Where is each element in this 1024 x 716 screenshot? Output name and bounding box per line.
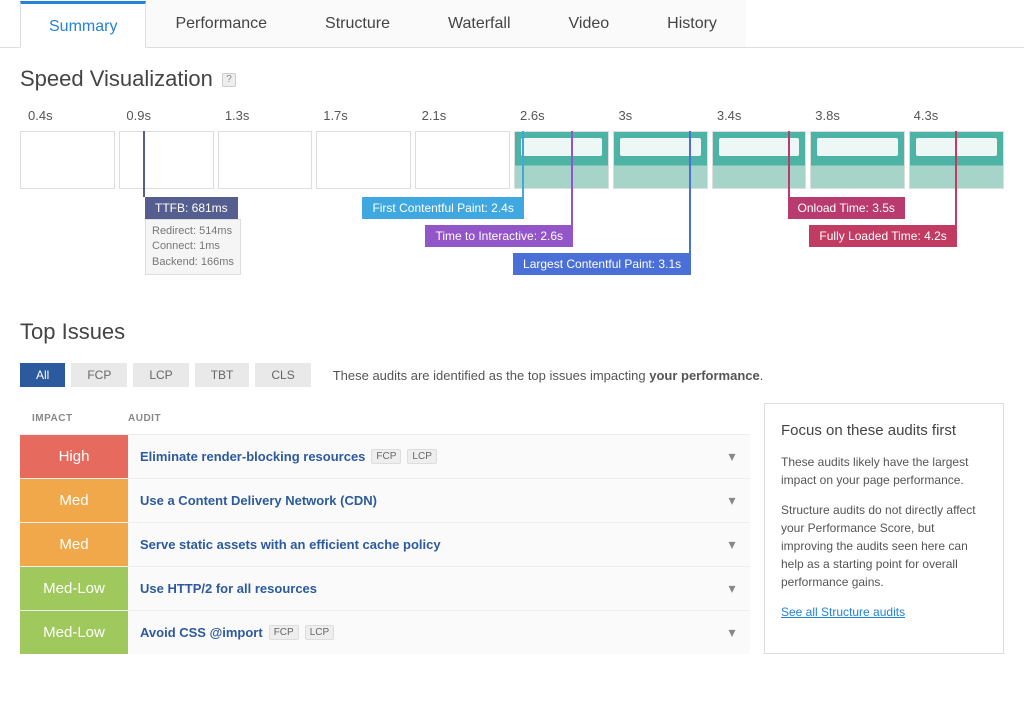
filter-description: These audits are identified as the top i… (333, 368, 764, 383)
time-label: 2.1s (414, 102, 512, 129)
audit-title: Use a Content Delivery Network (CDN) (140, 493, 377, 508)
chevron-down-icon[interactable]: ▾ (714, 479, 750, 522)
filter-fcp[interactable]: FCP (71, 363, 127, 387)
impact-badge: Med-Low (20, 567, 128, 610)
timeline: 0.4s0.9s1.3s1.7s2.1s2.6s3s3.4s3.8s4.3s T… (0, 102, 1024, 291)
ttfb-detail: Connect: 1ms (152, 239, 234, 254)
issues-table: IMPACT AUDIT HighEliminate render-blocki… (20, 403, 750, 654)
ttfb-detail: Redirect: 514ms (152, 224, 234, 239)
col-audit: AUDIT (128, 413, 161, 424)
time-label: 1.3s (217, 102, 315, 129)
impact-badge: High (20, 435, 128, 478)
audit-tag: FCP (269, 625, 299, 640)
top-issues-title: Top Issues (20, 301, 1004, 355)
filter-buttons: AllFCPLCP TBTCLS (20, 363, 311, 387)
onl-badge: Onload Time: 3.5s (788, 197, 905, 219)
time-label: 3s (610, 102, 708, 129)
issue-row[interactable]: Med Serve static assets with an efficient… (20, 522, 750, 566)
audit-cell: Avoid CSS @import FCP LCP (128, 611, 714, 654)
focus-p1: These audits likely have the largest imp… (781, 453, 987, 489)
impact-badge: Med-Low (20, 611, 128, 654)
chevron-down-icon[interactable]: ▾ (714, 523, 750, 566)
time-label: 0.9s (118, 102, 216, 129)
main-tabs: SummaryPerformanceStructureWaterfallVide… (0, 0, 1024, 48)
issue-row[interactable]: Med-Low Use HTTP/2 for all resources ▾ (20, 566, 750, 610)
help-icon[interactable]: ? (222, 73, 236, 87)
audit-title: Use HTTP/2 for all resources (140, 581, 317, 596)
lcp-badge: Largest Contentful Paint: 3.1s (513, 253, 691, 275)
ttfb-badge: TTFB: 681ms (145, 197, 238, 219)
timeline-header: 0.4s0.9s1.3s1.7s2.1s2.6s3s3.4s3.8s4.3s (20, 102, 1004, 129)
timeline-markers: TTFB: 681ms Redirect: 514msConnect: 1msBa… (20, 131, 1004, 271)
col-impact: IMPACT (20, 413, 128, 424)
audit-tag: LCP (407, 449, 436, 464)
focus-title: Focus on these audits first (781, 420, 987, 443)
issue-row[interactable]: Med Use a Content Delivery Network (CDN) ▾ (20, 478, 750, 522)
speed-viz-title-text: Speed Visualization (20, 66, 213, 91)
speed-visualization-section: Speed Visualization ? 0.4s0.9s1.3s1.7s2.… (0, 48, 1024, 291)
audit-title: Serve static assets with an efficient ca… (140, 537, 441, 552)
filter-all[interactable]: All (20, 363, 65, 387)
fdesc-post: . (760, 368, 764, 383)
impact-badge: Med (20, 523, 128, 566)
time-label: 2.6s (512, 102, 610, 129)
tab-performance[interactable]: Performance (146, 0, 296, 47)
filter-cls[interactable]: CLS (255, 363, 310, 387)
flt-badge: Fully Loaded Time: 4.2s (809, 225, 956, 247)
tab-waterfall[interactable]: Waterfall (419, 0, 540, 47)
focus-p2: Structure audits do not directly affect … (781, 501, 987, 591)
issue-row[interactable]: High Eliminate render-blocking resources F… (20, 434, 750, 478)
tab-structure[interactable]: Structure (296, 0, 419, 47)
fdesc-pre: These audits are identified as the top i… (333, 368, 650, 383)
filter-tbt[interactable]: TBT (195, 363, 250, 387)
issue-row[interactable]: Med-Low Avoid CSS @import FCP LCP ▾ (20, 610, 750, 654)
audit-cell: Eliminate render-blocking resources FCP LC… (128, 435, 714, 478)
time-label: 4.3s (906, 102, 1004, 129)
focus-panel: Focus on these audits first These audits… (764, 403, 1004, 654)
chevron-down-icon[interactable]: ▾ (714, 435, 750, 478)
tab-history[interactable]: History (638, 0, 746, 47)
audit-cell: Use HTTP/2 for all resources (128, 567, 714, 610)
audit-tag: LCP (305, 625, 334, 640)
audit-cell: Use a Content Delivery Network (CDN) (128, 479, 714, 522)
audit-title: Avoid CSS @import (140, 625, 263, 640)
time-label: 3.4s (709, 102, 807, 129)
time-label: 3.8s (807, 102, 905, 129)
issues-body: IMPACT AUDIT HighEliminate render-blocki… (20, 403, 1004, 654)
filter-lcp[interactable]: LCP (133, 363, 188, 387)
fdesc-bold: your performance (649, 368, 760, 383)
impact-badge: Med (20, 479, 128, 522)
time-label: 0.4s (20, 102, 118, 129)
tab-video[interactable]: Video (540, 0, 639, 47)
ttfb-detail: Backend: 166ms (152, 255, 234, 270)
see-all-structure-link[interactable]: See all Structure audits (781, 605, 905, 619)
fcp-badge: First Contentful Paint: 2.4s (362, 197, 523, 219)
top-issues-section: Top Issues AllFCPLCPTBTCLS These audits … (0, 291, 1024, 674)
filter-row: AllFCPLCP TBTCLS These audits are identif… (20, 363, 1004, 387)
tti-badge: Time to Interactive: 2.6s (425, 225, 573, 247)
audit-cell: Serve static assets with an efficient ca… (128, 523, 714, 566)
ttfb-details: Redirect: 514msConnect: 1msBackend: 166m… (145, 219, 241, 275)
speed-viz-title: Speed Visualization ? (0, 48, 1024, 102)
audit-tag: FCP (371, 449, 401, 464)
audit-title: Eliminate render-blocking resources (140, 449, 365, 464)
tab-summary[interactable]: Summary (20, 1, 146, 48)
table-header: IMPACT AUDIT (20, 403, 750, 434)
chevron-down-icon[interactable]: ▾ (714, 567, 750, 610)
chevron-down-icon[interactable]: ▾ (714, 611, 750, 654)
time-label: 1.7s (315, 102, 413, 129)
